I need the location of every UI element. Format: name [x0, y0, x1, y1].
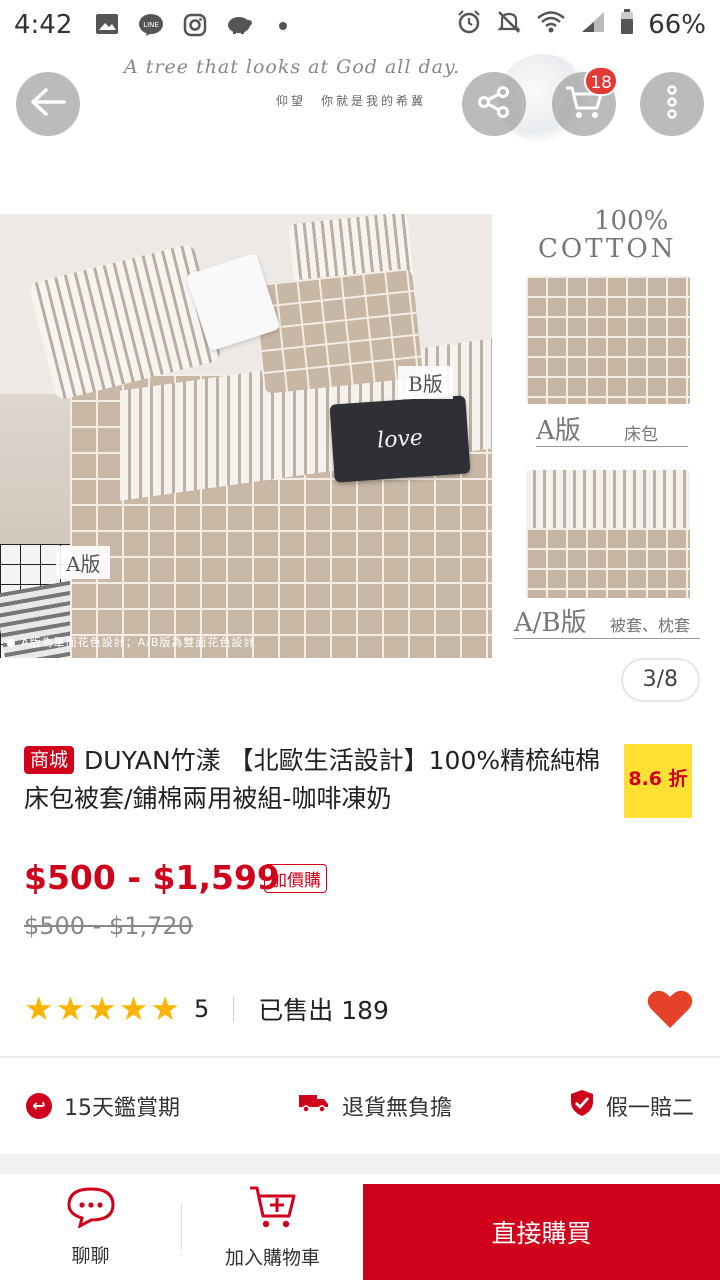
service-free-return[interactable]: 退貨無負擔 — [298, 1090, 452, 1122]
status-right-group: 66% — [456, 0, 706, 50]
star-icon: ★ — [118, 989, 149, 1028]
share-button[interactable] — [462, 72, 526, 136]
original-price: $500 - $1,720 — [24, 912, 193, 940]
rating-divider — [233, 996, 235, 1022]
star-icon: ★ — [150, 989, 180, 1028]
swatch-ab-desc: 被套、枕套 — [610, 616, 691, 635]
cart-count-badge: 18 — [584, 66, 618, 96]
star-icon: ★ — [55, 989, 86, 1028]
photo-caption: ● A版為單面花色設計；A/B版為雙面花色設計 — [6, 636, 256, 649]
add-cart-icon — [248, 1184, 298, 1235]
product-title-block: 商城 DUYAN竹漾 【北歐生活設計】100%精梳純棉床包被套/鋪棉兩用被組-咖啡… — [24, 742, 624, 818]
status-bar: 4:42 LINE 66% — [0, 0, 720, 50]
favorite-heart-icon[interactable] — [646, 988, 694, 1035]
swatch-a-desc: 床包 — [624, 425, 658, 445]
battery-percent: 66% — [648, 10, 706, 40]
bottom-action-bar: 聊聊 加入購物車 直接購買 — [0, 1174, 720, 1280]
wifi-icon — [536, 10, 566, 41]
service-label: 15天鑑賞期 — [64, 1096, 180, 1121]
service-authentic[interactable]: 假一賠二 — [570, 1089, 694, 1123]
line-icon: LINE — [138, 13, 164, 37]
signal-icon — [580, 10, 606, 41]
mall-badge: 商城 — [24, 746, 75, 774]
instagram-icon — [182, 13, 208, 37]
duvet-swatch-grid — [526, 528, 690, 598]
chat-bubble-icon — [66, 1186, 116, 1233]
banner-script-text: A tree that looks at God all day. — [124, 56, 461, 78]
banner-sub-text: 仰望 你就是我的希冀 — [276, 94, 427, 108]
shield-check-icon — [570, 1089, 594, 1123]
product-image-gallery[interactable]: love A版 B版 ● A版為單面花色設計；A/B版為雙面花色設計 100% … — [0, 140, 720, 710]
more-options-button[interactable] — [640, 72, 704, 136]
gallery-page-indicator: 3/8 — [620, 658, 700, 702]
fitted-sheet-swatch — [526, 276, 690, 404]
cart-button[interactable]: 18 — [552, 66, 618, 136]
photo-love-cushion: love — [329, 395, 471, 483]
piggy-bank-icon — [226, 13, 253, 37]
swatch-ab-rule — [514, 638, 700, 639]
bedroom-photo: love A版 B版 ● A版為單面花色設計；A/B版為雙面花色設計 — [0, 214, 492, 658]
addon-purchase-badge[interactable]: 加價購 — [264, 864, 327, 893]
swatch-a-rule — [536, 446, 688, 447]
status-time: 4:42 — [14, 10, 73, 40]
share-icon — [476, 84, 512, 124]
buy-now-button[interactable]: 直接購買 — [363, 1184, 720, 1280]
star-icon: ★ — [24, 989, 54, 1028]
discount-badge: 8.6 折 — [624, 744, 692, 818]
dot-icon — [270, 13, 296, 37]
service-label: 假一賠二 — [605, 1096, 694, 1121]
chat-label: 聊聊 — [71, 1245, 110, 1267]
detail-panel: 100% COTTON A版 床包 A/B版 被套、枕套 — [506, 206, 706, 650]
swatch-a-label: A版 — [536, 416, 581, 446]
more-vertical-icon — [666, 84, 678, 124]
chat-button[interactable]: 聊聊 — [0, 1174, 181, 1280]
star-icon: ★ — [87, 989, 117, 1028]
rating-row[interactable]: ★ ★ ★ ★ ★ 5 已售出 189 — [24, 988, 700, 1030]
tag-version-b: B版 — [398, 366, 453, 399]
duvet-swatch-stripe — [526, 470, 690, 528]
service-return-period[interactable]: ↩ 15天鑑賞期 — [26, 1090, 180, 1122]
price-range: $500 - $1,599 — [24, 858, 280, 897]
truck-icon — [298, 1092, 330, 1120]
rating-count: 5 — [193, 995, 210, 1023]
alarm-icon — [456, 9, 482, 42]
back-button[interactable] — [16, 72, 80, 136]
swatch-ab-label: A/B版 — [514, 608, 587, 638]
service-label: 退貨無負擔 — [341, 1096, 452, 1121]
cotton-word: COTTON — [538, 234, 677, 264]
cotton-percent: 100% — [594, 206, 669, 236]
battery-icon — [620, 8, 634, 42]
back-arrow-icon — [28, 86, 68, 122]
tag-version-a: A版 — [56, 546, 111, 579]
add-cart-label: 加入購物車 — [224, 1247, 320, 1269]
rating-stars: ★ ★ ★ ★ ★ — [24, 989, 180, 1029]
section-divider — [0, 1056, 720, 1058]
mute-icon — [496, 9, 522, 42]
section-gap — [0, 1154, 720, 1174]
love-cushion-text: love — [376, 424, 424, 454]
service-guarantees[interactable]: ↩ 15天鑑賞期 退貨無負擔 假一賠二 — [0, 1068, 720, 1144]
product-title: DUYAN竹漾 【北歐生活設計】100%精梳純棉床包被套/鋪棉兩用被組-咖啡凍奶 — [24, 746, 601, 813]
return-icon: ↩ — [26, 1093, 52, 1119]
sold-count: 已售出 189 — [258, 996, 389, 1025]
gallery-icon — [94, 13, 120, 37]
svg-text:LINE: LINE — [144, 21, 160, 29]
add-to-cart-button[interactable]: 加入購物車 — [182, 1174, 363, 1280]
